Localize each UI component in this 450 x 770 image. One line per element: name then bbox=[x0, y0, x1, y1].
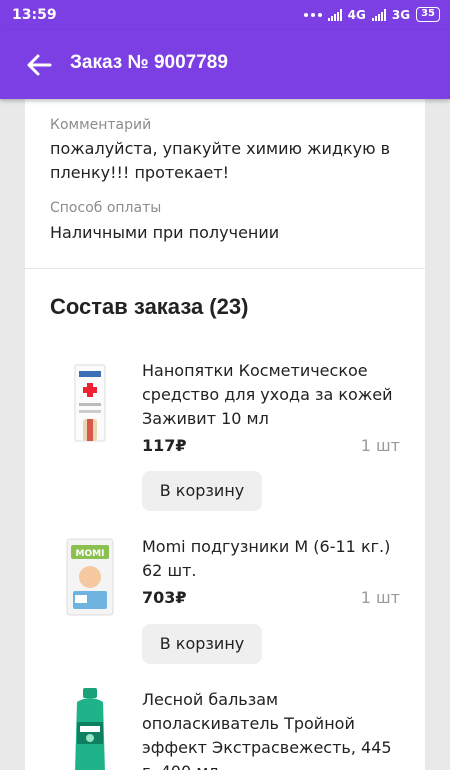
product-image: MOMI bbox=[65, 535, 115, 619]
more-notifications-icon bbox=[303, 12, 322, 17]
order-contents-title: Состав заказа (23) bbox=[50, 294, 249, 319]
payment-label: Способ оплаты bbox=[50, 200, 162, 216]
arrow-left-icon[interactable] bbox=[24, 50, 54, 80]
divider bbox=[25, 268, 425, 269]
add-to-cart-button[interactable]: В корзину bbox=[142, 624, 262, 664]
battery-icon: 35 bbox=[416, 7, 440, 22]
product-price: 703₽ bbox=[142, 588, 187, 607]
status-bar: 13:59 4G 3G 35 bbox=[0, 0, 450, 30]
product-qty: 1 шт bbox=[360, 588, 400, 607]
app-bar: Заказ № 9007789 bbox=[0, 30, 450, 99]
comment-label: Комментарий bbox=[50, 117, 152, 133]
svg-text:MOMI: MOMI bbox=[76, 549, 105, 559]
network-type-2: 3G bbox=[391, 7, 411, 22]
add-to-cart-button[interactable]: В корзину bbox=[142, 471, 262, 511]
product-name[interactable]: Лесной бальзам ополаскиватель Тройной эф… bbox=[142, 688, 402, 770]
page-title: Заказ № 9007789 bbox=[70, 52, 228, 73]
network-type-1: 4G bbox=[347, 7, 366, 22]
signal-icon-2 bbox=[371, 8, 386, 21]
status-time: 13:59 bbox=[12, 7, 57, 23]
product-image bbox=[65, 688, 115, 770]
comment-text: пожалуйста, упакуйте химию жидкую в плен… bbox=[50, 139, 391, 182]
product-image bbox=[65, 363, 115, 447]
payment-value: Наличными при получении bbox=[50, 223, 280, 242]
status-icons: 4G 3G 35 bbox=[303, 7, 440, 22]
signal-icon bbox=[327, 8, 342, 21]
product-price: 117₽ bbox=[142, 436, 187, 455]
order-details-card: Комментарий пожалуйста, упакуйте химию ж… bbox=[25, 99, 425, 770]
product-name[interactable]: Нанопятки Косметическое средство для ухо… bbox=[142, 359, 402, 431]
product-qty: 1 шт bbox=[360, 436, 400, 455]
product-name[interactable]: Momi подгузники M (6-11 кг.) 62 шт. bbox=[142, 535, 402, 583]
